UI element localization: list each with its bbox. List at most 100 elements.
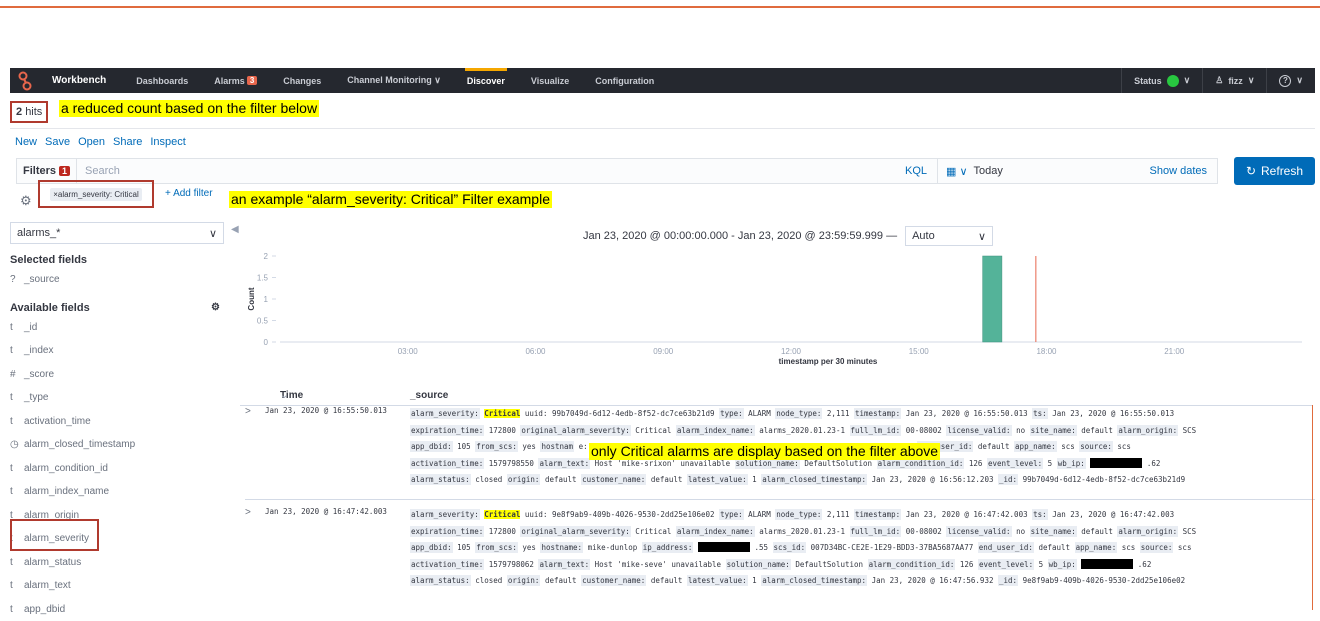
gear-icon[interactable]: ⚙ (20, 193, 34, 207)
field-value: Critical (635, 426, 671, 435)
gear-icon[interactable]: ⚙ (211, 302, 220, 313)
field-alarm-closed-timestamp[interactable]: ◷alarm_closed_timestamp (10, 433, 224, 457)
nav-discover[interactable]: Discover (467, 68, 505, 93)
field-name: activation_time (24, 416, 91, 427)
expand-row-icon[interactable]: > (245, 507, 251, 518)
chevron-down-icon: ∨ (209, 227, 217, 240)
share-button[interactable]: Share (113, 136, 142, 148)
nav-dashboards[interactable]: Dashboards (136, 68, 188, 93)
field-value: scs (1117, 442, 1131, 451)
new-button[interactable]: New (15, 136, 37, 148)
refresh-button[interactable]: ↻ Refresh (1234, 157, 1315, 185)
field-value: 126 (960, 560, 974, 569)
field-value: 00-08002 (906, 527, 942, 536)
field-sidebar: alarms_*∨ Selected fields ?_source Avail… (10, 222, 224, 620)
brand-title[interactable]: Workbench (52, 75, 106, 86)
field-activation-time[interactable]: tactivation_time (10, 410, 224, 434)
field-key: from_scs: (475, 441, 518, 452)
field-name: app_dbid (24, 604, 65, 615)
nav-configuration[interactable]: Configuration (595, 68, 654, 93)
field-value: 172800 (489, 527, 516, 536)
field-value: no (1016, 527, 1025, 536)
user-menu[interactable]: ♙fizz∨ (1202, 68, 1266, 93)
workbench-logo-icon[interactable] (10, 68, 40, 93)
interval-select[interactable]: Auto∨ (905, 226, 993, 246)
field-alarm-status[interactable]: talarm_status (10, 551, 224, 575)
search-input[interactable]: Search (76, 159, 856, 183)
field-key: alarm_origin: (1117, 526, 1178, 537)
field-name: _type (24, 392, 48, 403)
field-value: default (1081, 426, 1113, 435)
x-tick-label: 09:00 (653, 347, 674, 356)
field-key: alarm_text: (538, 559, 590, 570)
field-app-dbid[interactable]: t app_dbid (10, 598, 224, 621)
nav-changes[interactable]: Changes (283, 68, 321, 93)
field-alarm-text[interactable]: talarm_text (10, 574, 224, 598)
field-key: alarm_severity: (410, 408, 480, 419)
field-key: origin: (507, 575, 541, 586)
field-index[interactable]: t_index (10, 339, 224, 363)
query-bar: Filters1 Search KQL ▦ ∨ Today Show dates (16, 158, 1218, 184)
nav-channel-monitoring[interactable]: Channel Monitoring ∨ (347, 68, 441, 93)
refresh-label: Refresh (1261, 164, 1303, 178)
chevron-down-icon: ∨ (1296, 75, 1303, 86)
kql-toggle[interactable]: KQL (895, 165, 937, 177)
collapse-sidebar-icon[interactable]: ◀ (231, 224, 239, 235)
expand-row-icon[interactable]: > (245, 406, 251, 417)
field-key: ts: (1032, 509, 1048, 520)
help-menu[interactable]: ?∨ (1266, 68, 1315, 93)
add-filter-button[interactable]: + Add filter (165, 188, 213, 199)
refresh-icon: ↻ (1246, 164, 1256, 178)
field-value: Jan 23, 2020 @ 16:55:50.013 (906, 409, 1028, 418)
field-value: scs (1178, 543, 1192, 552)
nav-alarms[interactable]: Alarms3 (214, 68, 257, 93)
field-type-icon: t (10, 604, 18, 615)
row-time: Jan 23, 2020 @ 16:55:50.013 (265, 406, 387, 415)
hits-row: 2 hits (10, 100, 48, 124)
field-id[interactable]: t_id (10, 316, 224, 340)
status-menu[interactable]: Status∨ (1121, 68, 1202, 93)
calendar-icon[interactable]: ▦ ∨ (946, 165, 968, 178)
field-key: node_type: (775, 509, 822, 520)
col-source: _source (410, 390, 448, 401)
field-type[interactable]: t _type (10, 386, 224, 410)
histogram-bar[interactable] (983, 256, 1002, 342)
status-label: Status (1134, 76, 1162, 86)
field-key: from_scs: (475, 542, 518, 553)
inspect-button[interactable]: Inspect (150, 136, 185, 148)
field-key: customer_name: (581, 575, 646, 586)
hits-number: 2 (16, 106, 22, 118)
field-value: yes (522, 442, 536, 451)
table-header: Time ⌄ _source (258, 390, 1308, 406)
y-tick-label: 0 (264, 338, 269, 347)
field-type-icon: t (10, 392, 18, 403)
field-name: alarm_status (24, 557, 81, 568)
sort-icon[interactable]: ⌄ (280, 390, 288, 401)
field-key: timestamp: (854, 509, 901, 520)
field-value: default (1081, 527, 1113, 536)
field-name: _id (24, 322, 37, 333)
field-key: activation_time: (410, 458, 484, 469)
open-button[interactable]: Open (78, 136, 105, 148)
date-picker[interactable]: ▦ ∨ Today Show dates (937, 159, 1217, 183)
field-key: type: (719, 509, 744, 520)
filter-pill[interactable]: ×alarm_severity: Critical (50, 188, 142, 201)
field-source[interactable]: ?_source (10, 268, 224, 292)
field-value: 5 (1039, 560, 1044, 569)
save-button[interactable]: Save (45, 136, 70, 148)
field-key: scs_id: (773, 542, 807, 553)
x-tick-label: 15:00 (909, 347, 930, 356)
show-dates-link[interactable]: Show dates (1150, 165, 1217, 177)
field-score[interactable]: #_score (10, 363, 224, 387)
available-fields-label: Available fields (10, 302, 90, 314)
field-key: site_name: (1030, 425, 1077, 436)
field-value: default (651, 475, 683, 484)
histogram-chart: Count21.510.5003:0006:0009:0012:0015:001… (240, 246, 1315, 376)
field-alarm-condition-id[interactable]: talarm_condition_id (10, 457, 224, 481)
field-value: 9e8f9ab9-409b-4026-9530-2dd25e106e02 (552, 510, 715, 519)
field-alarm-index-name[interactable]: talarm_index_name (10, 480, 224, 504)
nav-visualize[interactable]: Visualize (531, 68, 569, 93)
index-pattern-select[interactable]: alarms_*∨ (10, 222, 224, 244)
field-name: alarm_closed_timestamp (24, 439, 135, 450)
filters-button[interactable]: Filters1 (17, 165, 76, 177)
